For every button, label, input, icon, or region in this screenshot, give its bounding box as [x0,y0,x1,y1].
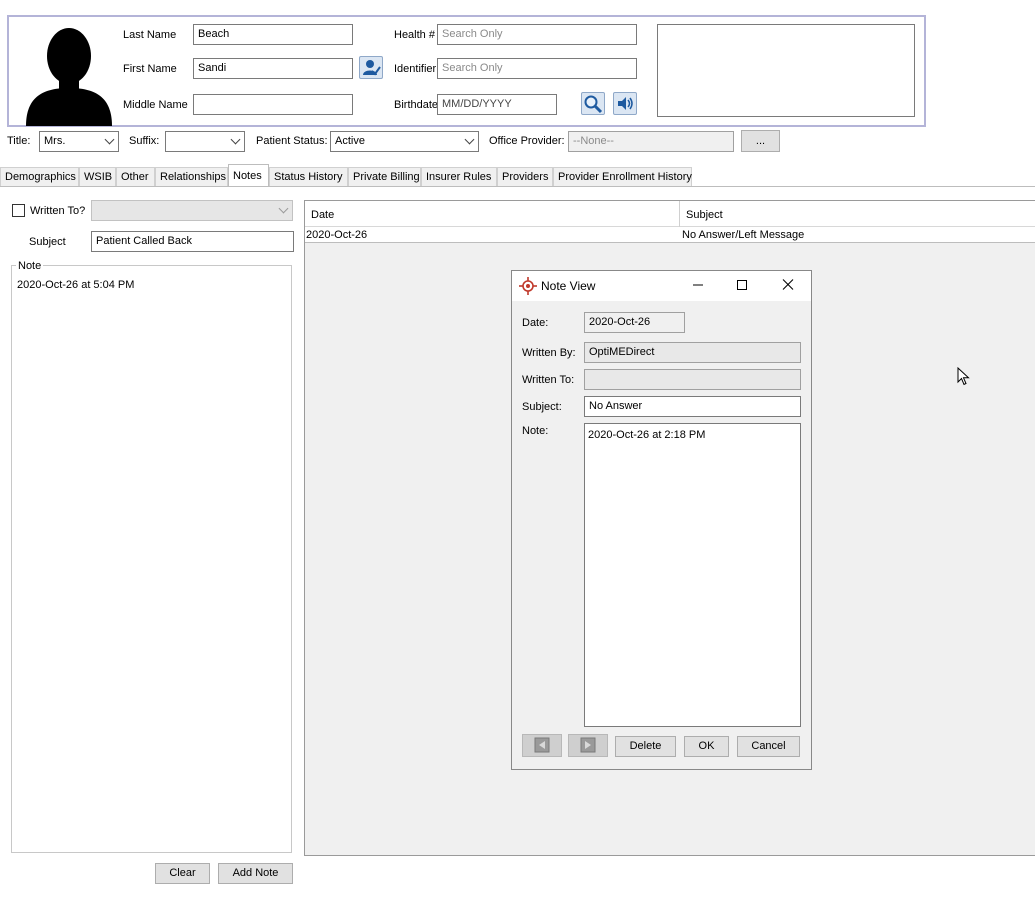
middle-name-label: Middle Name [123,99,188,111]
tab-notes[interactable]: Notes [228,164,269,186]
dialog-date-label: Date: [522,317,549,329]
note-group-label: Note [16,260,44,272]
chevron-down-icon [278,203,289,214]
tab-strip-line [0,186,1035,187]
subject-label: Subject [29,236,66,248]
note-textarea[interactable]: 2020-Oct-26 at 5:04 PM [17,279,287,839]
first-name-field[interactable]: Sandi [193,58,353,79]
ok-button[interactable]: OK [684,736,729,757]
search-button[interactable] [581,92,605,115]
chevron-down-icon [464,134,475,145]
dialog-note-textarea[interactable]: 2020-Oct-26 at 2:18 PM [584,423,801,727]
arrow-right-icon [580,737,596,753]
app-target-icon [519,277,537,295]
patient-status-select[interactable]: Active [330,131,479,152]
close-button[interactable] [778,276,798,294]
speaker-icon [618,97,633,110]
dialog-subject-label: Subject: [522,401,562,413]
speaker-button[interactable] [613,92,637,115]
column-header-date[interactable]: Date [311,209,334,221]
tab-private-billing[interactable]: Private Billing [348,167,421,186]
title-label: Title: [7,135,31,147]
health-number-label: Health # [394,29,435,41]
birthdate-field[interactable]: MM/DD/YYYY [437,94,557,115]
last-name-label: Last Name [123,29,177,41]
delete-button[interactable]: Delete [615,736,676,757]
arrow-left-icon [534,737,550,753]
tab-providers[interactable]: Providers [497,167,553,186]
dialog-written-to-label: Written To: [522,374,575,386]
maximize-button[interactable] [732,276,752,294]
office-provider-field[interactable]: --None-- [568,131,734,152]
chevron-down-icon [230,134,241,145]
written-to-label: Written To? [30,205,86,217]
tab-insurer-rules[interactable]: Insurer Rules [421,167,497,186]
clear-button[interactable]: Clear [155,863,210,884]
office-provider-label: Office Provider: [489,135,565,147]
table-row[interactable] [305,227,1035,243]
mouse-cursor-icon [957,366,971,387]
table-cell-date: 2020-Oct-26 [306,229,368,241]
identifier-label: Identifier [394,63,437,75]
tab-provider-enrollment-history[interactable]: Provider Enrollment History [553,167,692,186]
tab-wsib[interactable]: WSIB [79,167,116,186]
table-cell-subject: No Answer/Left Message [682,229,805,241]
birthdate-label: Birthdate [394,99,439,111]
next-note-button[interactable] [568,734,608,757]
cancel-button[interactable]: Cancel [737,736,800,757]
subject-input[interactable]: Patient Called Back [91,231,294,252]
dialog-title: Note View [541,279,596,293]
add-note-button[interactable]: Add Note [218,863,293,884]
health-number-field[interactable]: Search Only [437,24,637,45]
minimize-icon [693,284,703,286]
patient-status-label: Patient Status: [256,135,328,147]
dialog-written-by-label: Written By: [522,347,576,359]
person-silhouette-icon [26,28,112,126]
title-select[interactable]: Mrs. [39,131,119,152]
avatar [24,26,114,126]
tab-status-history[interactable]: Status History [269,167,348,186]
notes-table-header [305,201,1035,227]
maximize-icon [737,280,747,290]
user-check-icon [363,60,381,76]
tab-other[interactable]: Other [116,167,155,186]
dialog-date-field: 2020-Oct-26 [584,312,685,333]
chevron-down-icon [104,134,115,145]
title-select-value: Mrs. [44,135,66,147]
close-icon [782,279,794,290]
first-name-label: First Name [123,63,177,75]
last-name-field[interactable]: Beach [193,24,353,45]
suffix-label: Suffix: [129,135,160,147]
tab-relationships[interactable]: Relationships [155,167,228,186]
middle-name-field[interactable] [193,94,353,115]
written-to-checkbox[interactable] [12,204,25,217]
column-header-subject[interactable]: Subject [686,209,723,221]
magnifier-icon [584,95,603,114]
dialog-written-to-field [584,369,801,390]
column-divider [679,201,680,227]
minimize-button[interactable] [688,276,708,294]
tab-demographics[interactable]: Demographics [0,167,79,186]
previous-note-button[interactable] [522,734,562,757]
office-provider-browse-button[interactable]: ... [741,130,780,152]
patient-status-value: Active [335,135,365,147]
patient-lookup-button[interactable] [359,56,383,79]
dialog-subject-field[interactable]: No Answer [584,396,801,417]
dialog-written-by-field: OptiMEDirect [584,342,801,363]
photo-preview-box [657,24,915,117]
dialog-note-label: Note: [522,425,549,437]
identifier-field[interactable]: Search Only [437,58,637,79]
suffix-select[interactable] [165,131,245,152]
written-to-select[interactable] [91,200,293,221]
